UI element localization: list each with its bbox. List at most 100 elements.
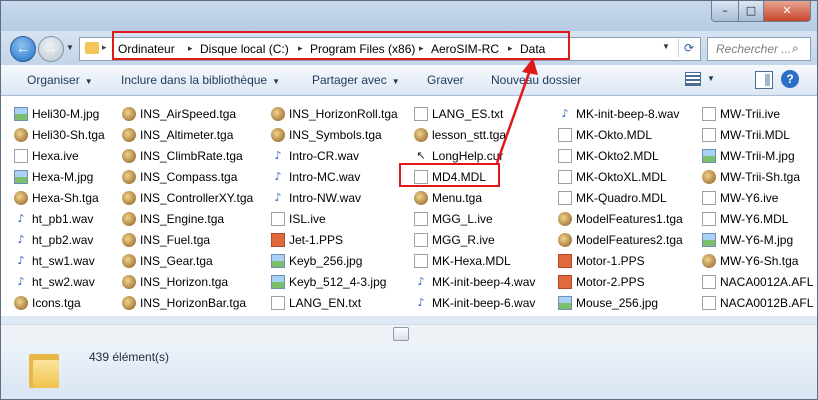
file-item[interactable]: INS_Symbols.tga	[271, 125, 409, 145]
file-item[interactable]: MK-Okto.MDL	[558, 125, 696, 145]
search-placeholder[interactable]: Rechercher ...	[716, 42, 791, 56]
new-folder-button[interactable]: Nouveau dossier	[491, 73, 581, 87]
file-item[interactable]: ♪ MK-init-beep-4.wav	[414, 272, 552, 292]
file-item[interactable]: Keyb_256.jpg	[271, 251, 409, 271]
minimize-button[interactable]: –	[711, 1, 739, 22]
share-with-button[interactable]: Partager avec ▼	[312, 73, 400, 87]
file-item[interactable]: MK-Okto2.MDL	[558, 146, 696, 166]
file-item[interactable]: INS_ControllerXY.tga	[122, 188, 260, 208]
file-item[interactable]: ♪ MK-init-beep-6.wav	[414, 293, 552, 313]
file-name: lesson_stt.tga	[432, 128, 507, 142]
organize-button[interactable]: Organiser ▼	[27, 73, 93, 87]
file-item[interactable]: MK-Hexa.MDL	[414, 251, 552, 271]
file-item[interactable]: INS_HorizonRoll.tga	[271, 104, 409, 124]
file-item[interactable]: ModelFeatures1.tga	[558, 209, 696, 229]
back-button[interactable]: ←	[10, 36, 36, 62]
file-item[interactable]: MK-OktoXL.MDL	[558, 167, 696, 187]
help-icon[interactable]: ?	[781, 70, 799, 88]
tga-icon	[414, 128, 428, 142]
file-name: INS_Compass.tga	[140, 170, 238, 184]
forward-button[interactable]: →	[38, 36, 64, 62]
tga-icon	[271, 107, 285, 121]
include-in-library-button[interactable]: Inclure dans la bibliothèque ▼	[121, 73, 280, 87]
address-dropdown-icon[interactable]: ▼	[662, 42, 670, 51]
file-name: MW-Y6-M.jpg	[720, 233, 794, 247]
file-item[interactable]: INS_Engine.tga	[122, 209, 260, 229]
horizontal-scrollbar[interactable]	[1, 324, 817, 342]
tga-icon	[14, 296, 28, 310]
file-item[interactable]: MW-Y6.ive	[702, 188, 818, 208]
file-item[interactable]: lesson_stt.tga	[414, 125, 552, 145]
file-item[interactable]: MK-Quadro.MDL	[558, 188, 696, 208]
file-name: NACA0012A.AFL	[720, 275, 814, 289]
preview-pane-icon[interactable]	[755, 71, 773, 89]
file-name: MGG_L.ive	[432, 212, 493, 226]
file-item[interactable]: MW-Trii.ive	[702, 104, 818, 124]
file-icon	[702, 191, 716, 205]
file-item[interactable]: ♪ Intro-CR.wav	[271, 146, 409, 166]
file-item[interactable]: INS_AirSpeed.tga	[122, 104, 260, 124]
file-name: Keyb_256.jpg	[289, 254, 363, 268]
file-item[interactable]: MW-Trii-M.jpg	[702, 146, 818, 166]
file-item[interactable]: INS_ClimbRate.tga	[122, 146, 260, 166]
annotation-highlight-path	[112, 31, 570, 60]
chevron-down-icon: ▼	[272, 77, 281, 86]
file-item[interactable]: ♪ Intro-MC.wav	[271, 167, 409, 187]
audio-icon: ♪	[274, 149, 282, 162]
file-name: INS_ClimbRate.tga	[140, 149, 243, 163]
file-item[interactable]: MW-Y6-Sh.tga	[702, 251, 818, 271]
file-item[interactable]: Mouse_256.jpg	[558, 293, 696, 313]
file-item[interactable]: NACA0012B.AFL	[702, 293, 818, 313]
file-name: ht_pb1.wav	[32, 212, 94, 226]
refresh-icon[interactable]: ⟳	[678, 39, 699, 57]
file-item[interactable]: Menu.tga	[414, 188, 552, 208]
file-item[interactable]: NACA0012A.AFL	[702, 272, 818, 292]
chevron-down-icon[interactable]: ▼	[707, 74, 715, 83]
file-name: INS_AirSpeed.tga	[140, 107, 237, 121]
search-icon[interactable]: ⌕	[792, 41, 799, 56]
file-list: Heli30-M.jpg Heli30-Sh.tga Hexa.ive Hexa-M.…	[1, 96, 817, 316]
file-name: ISL.ive	[289, 212, 326, 226]
tga-icon	[122, 254, 136, 268]
file-item[interactable]: MW-Trii-Sh.tga	[702, 167, 818, 187]
chevron-right-icon[interactable]: ▸	[102, 42, 107, 53]
file-item[interactable]: MW-Trii.MDL	[702, 125, 818, 145]
organize-label: Organiser	[27, 73, 80, 87]
file-item[interactable]: ♪ Intro-NW.wav	[271, 188, 409, 208]
file-item[interactable]: ISL.ive	[271, 209, 409, 229]
file-icon	[702, 275, 716, 289]
recent-pages-dropdown-icon[interactable]: ▼	[66, 43, 74, 52]
file-item[interactable]: MW-Y6-M.jpg	[702, 230, 818, 250]
file-item[interactable]: INS_HorizonBar.tga	[122, 293, 260, 313]
file-item[interactable]: MW-Y6.MDL	[702, 209, 818, 229]
file-item[interactable]: INS_Horizon.tga	[122, 272, 260, 292]
search-box[interactable]: Rechercher ... ⌕	[707, 37, 811, 61]
file-item[interactable]: Keyb_512_4-3.jpg	[271, 272, 409, 292]
file-item[interactable]: LANG_ES.txt	[414, 104, 552, 124]
file-item[interactable]: LANG_EN.txt	[271, 293, 409, 313]
file-name: Menu.tga	[432, 191, 483, 205]
file-name: Icons.tga	[32, 296, 81, 310]
file-item[interactable]: Motor-1.PPS	[558, 251, 696, 271]
audio-icon: ♪	[17, 212, 25, 225]
file-item[interactable]: INS_Gear.tga	[122, 251, 260, 271]
burn-button[interactable]: Graver	[427, 73, 464, 87]
file-item[interactable]: Jet-1.PPS	[271, 230, 409, 250]
file-item[interactable]: ♪ MK-init-beep-8.wav	[558, 104, 696, 124]
include-label: Inclure dans la bibliothèque	[121, 73, 268, 87]
file-item[interactable]: MGG_R.ive	[414, 230, 552, 250]
scrollbar-thumb[interactable]	[393, 327, 409, 341]
file-item[interactable]: INS_Compass.tga	[122, 167, 260, 187]
audio-icon: ♪	[417, 275, 425, 288]
file-icon	[414, 212, 428, 226]
file-item[interactable]: MGG_L.ive	[414, 209, 552, 229]
file-icon	[702, 128, 716, 142]
close-button[interactable]: ✕	[763, 1, 811, 22]
file-item[interactable]: ModelFeatures2.tga	[558, 230, 696, 250]
file-item[interactable]: INS_Altimeter.tga	[122, 125, 260, 145]
view-options-icon[interactable]	[685, 72, 701, 86]
file-item[interactable]: Motor-2.PPS	[558, 272, 696, 292]
file-item[interactable]: INS_Fuel.tga	[122, 230, 260, 250]
file-icon	[414, 233, 428, 247]
maximize-button[interactable]: □	[738, 1, 764, 22]
